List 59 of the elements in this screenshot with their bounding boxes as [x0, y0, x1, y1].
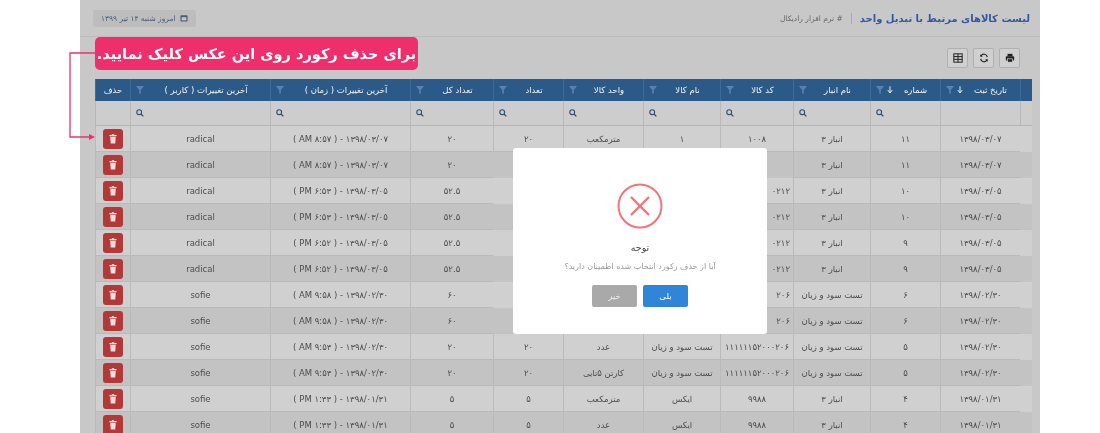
table-cell: ۴: [870, 412, 940, 433]
delete-button[interactable]: [103, 154, 123, 175]
sort-arrow-icon[interactable]: [957, 86, 963, 94]
refresh-button[interactable]: [973, 48, 994, 68]
delete-button[interactable]: [103, 388, 123, 409]
table-cell: sofie: [130, 412, 270, 433]
dialog-message: آیا از حذف رکورد انتخاب شده اطمینان دارید؟: [564, 262, 716, 271]
trash-icon: [109, 211, 117, 222]
table-cell: ایکس: [643, 412, 720, 433]
refresh-icon: [978, 53, 989, 63]
delete-button[interactable]: [103, 128, 123, 149]
filter-icon[interactable]: [499, 86, 507, 94]
table-cell: ۵: [493, 412, 563, 433]
table-cell: ( PM ۱:۳۳ ) - ۱۳۹۸/۰۱/۳۱: [270, 412, 410, 433]
delete-button[interactable]: [103, 284, 123, 305]
print-button[interactable]: [999, 48, 1020, 68]
delete-button[interactable]: [103, 414, 123, 433]
filter-icon[interactable]: [649, 86, 657, 94]
filter-icon[interactable]: [136, 86, 144, 94]
calendar-icon: [179, 14, 188, 22]
filter-icon[interactable]: [276, 86, 284, 94]
filter-icon[interactable]: [569, 86, 577, 94]
callout: برای حذف رکورد روی این عکس کلیک نمایید.: [95, 37, 418, 70]
columns-button[interactable]: [947, 48, 968, 68]
grid-icon: [952, 53, 963, 63]
confirm-button[interactable]: بلی: [643, 285, 688, 307]
trash-icon: [109, 185, 117, 196]
trash-icon: [109, 133, 117, 144]
filter-icon[interactable]: [946, 86, 954, 94]
trash-icon: [109, 419, 117, 430]
trash-icon: [109, 367, 117, 378]
delete-button[interactable]: [103, 232, 123, 253]
dialog-title: توجه: [630, 242, 650, 253]
filter-icon[interactable]: [876, 86, 884, 94]
delete-button[interactable]: [103, 336, 123, 357]
trash-icon: [109, 263, 117, 274]
trash-icon: [109, 237, 117, 248]
trash-icon: [109, 159, 117, 170]
trash-icon: [109, 393, 117, 404]
delete-button[interactable]: [103, 258, 123, 279]
trash-icon: [109, 341, 117, 352]
trash-icon: [109, 289, 117, 300]
sort-arrow-icon[interactable]: [887, 86, 893, 94]
page-title: لیست کالاهای مرتبط با تبدیل واحد: [850, 12, 1030, 24]
table-cell: ۹۹۸۸: [720, 412, 793, 433]
trash-icon: [109, 315, 117, 326]
print-icon: [1004, 53, 1015, 63]
table-cell: انبار ۳: [793, 412, 870, 433]
filter-icon[interactable]: [726, 86, 734, 94]
error-icon: [617, 183, 663, 229]
filter-icon[interactable]: [416, 86, 424, 94]
delete-button[interactable]: [103, 310, 123, 331]
table-cell: عدد: [563, 412, 643, 433]
delete-button[interactable]: [103, 362, 123, 383]
delete-button[interactable]: [103, 180, 123, 201]
table-cell: ۵: [410, 412, 493, 433]
delete-button[interactable]: [103, 206, 123, 227]
filter-icon[interactable]: [799, 86, 807, 94]
table-cell: ۱۳۹۸/۰۱/۳۱: [940, 412, 1020, 433]
